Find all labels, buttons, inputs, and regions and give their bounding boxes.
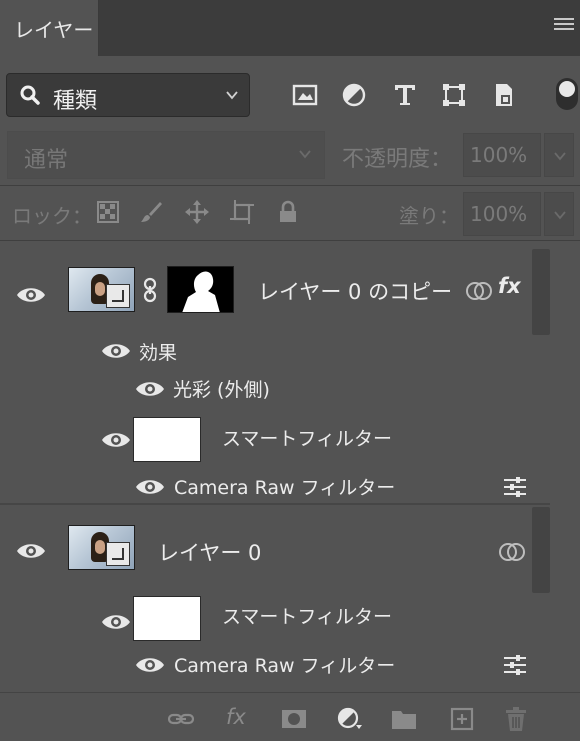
- effects-label: 効果: [139, 342, 178, 364]
- filter-options-icon[interactable]: [502, 654, 528, 676]
- fill-field[interactable]: 100%: [463, 192, 541, 236]
- filter-toggle[interactable]: [556, 78, 578, 110]
- chevron-down-icon: [226, 91, 238, 100]
- filter-kind-label: 種類: [53, 89, 98, 114]
- layer-row[interactable]: レイヤー 0 のコピー fx 効果 光彩 (外側) スマートフィルター Came…: [0, 247, 550, 503]
- mask-link-icon[interactable]: [142, 277, 158, 303]
- effect-item[interactable]: 光彩 (外側): [173, 375, 270, 402]
- lock-all-icon[interactable]: [276, 200, 300, 224]
- lock-position-icon[interactable]: [185, 200, 209, 224]
- fx-badge[interactable]: fx: [498, 274, 521, 298]
- opacity-value: 100%: [470, 143, 528, 167]
- chevron-down-icon: [299, 150, 311, 159]
- smart-object-badge-icon: [106, 542, 130, 566]
- panel-tab-bar: レイヤー: [0, 0, 580, 56]
- fill-dropdown[interactable]: [544, 192, 574, 236]
- opacity-field[interactable]: 100%: [463, 133, 541, 177]
- layers-panel: レイヤー 種類 通常 不透明度： 100% ロック： 塗り： 100% レイヤー…: [0, 0, 580, 741]
- blend-mode-label: 通常: [24, 148, 69, 173]
- opacity-label: 不透明度：: [342, 147, 453, 172]
- new-adjustment-layer-icon[interactable]: [337, 707, 363, 731]
- search-icon: [20, 85, 40, 105]
- link-layers-icon[interactable]: [168, 707, 194, 731]
- filter-item[interactable]: Camera Raw フィルター: [174, 473, 395, 500]
- scrollbar[interactable]: [532, 249, 550, 335]
- eye-icon[interactable]: [101, 430, 131, 450]
- blend-mode-select[interactable]: 通常: [7, 131, 325, 179]
- layer-name[interactable]: レイヤー 0 のコピー: [258, 276, 452, 306]
- delete-layer-icon[interactable]: [503, 707, 529, 731]
- layer-name[interactable]: レイヤー 0: [158, 537, 261, 567]
- chevron-down-icon: [554, 152, 566, 161]
- filter-item[interactable]: Camera Raw フィルター: [174, 651, 395, 678]
- bottom-toolbar: fx: [0, 692, 580, 741]
- new-layer-icon[interactable]: [449, 707, 475, 731]
- eye-icon[interactable]: [101, 612, 131, 632]
- panel-menu-icon[interactable]: [554, 18, 574, 34]
- lock-artboard-icon[interactable]: [230, 200, 254, 224]
- smart-filter-mask-thumbnail[interactable]: [133, 596, 201, 641]
- eye-icon[interactable]: [16, 541, 46, 561]
- blending-options-icon[interactable]: [498, 540, 526, 564]
- smart-filters-label[interactable]: スマートフィルター: [222, 602, 392, 629]
- layer-thumbnail[interactable]: [68, 525, 135, 570]
- divider: [0, 240, 580, 241]
- eye-icon[interactable]: [135, 655, 165, 675]
- opacity-dropdown[interactable]: [544, 133, 574, 177]
- layers-list: レイヤー 0 のコピー fx 効果 光彩 (外側) スマートフィルター Came…: [0, 247, 580, 692]
- layer-row[interactable]: レイヤー 0 スマートフィルター Camera Raw フィルター: [0, 505, 550, 692]
- shape-filter-icon[interactable]: [441, 82, 467, 108]
- tab-layers[interactable]: レイヤー: [0, 0, 99, 56]
- eye-icon[interactable]: [101, 341, 131, 361]
- image-filter-icon[interactable]: [292, 82, 318, 108]
- eye-icon[interactable]: [135, 379, 165, 399]
- lock-image-pixels-icon[interactable]: [139, 200, 163, 224]
- smart-object-filter-icon[interactable]: [491, 82, 517, 108]
- chevron-down-icon: [554, 211, 566, 220]
- lock-transparent-pixels-icon[interactable]: [96, 200, 120, 224]
- fill-label: 塗り：: [399, 204, 459, 228]
- smart-filters-label[interactable]: スマートフィルター: [222, 424, 392, 451]
- blending-options-icon[interactable]: [465, 279, 493, 303]
- scrollbar[interactable]: [532, 507, 550, 593]
- layer-thumbnail[interactable]: [68, 267, 135, 312]
- divider: [0, 185, 580, 186]
- add-mask-icon[interactable]: [281, 707, 307, 731]
- fx-icon[interactable]: fx: [226, 705, 246, 729]
- new-group-icon[interactable]: [391, 707, 417, 731]
- type-filter-icon[interactable]: [392, 82, 418, 108]
- eye-icon[interactable]: [135, 477, 165, 497]
- fill-value: 100%: [470, 202, 528, 226]
- tab-label: レイヤー: [14, 18, 94, 42]
- lock-label: ロック：: [12, 204, 92, 228]
- layer-mask-thumbnail[interactable]: [167, 266, 234, 313]
- smart-object-badge-icon: [106, 284, 130, 308]
- filter-options-icon[interactable]: [502, 476, 528, 498]
- smart-filter-mask-thumbnail[interactable]: [133, 417, 201, 462]
- filter-kind-select[interactable]: 種類: [6, 73, 250, 117]
- eye-icon[interactable]: [16, 285, 46, 305]
- mask-silhouette-icon: [182, 271, 220, 312]
- adjustment-filter-icon[interactable]: [341, 82, 367, 108]
